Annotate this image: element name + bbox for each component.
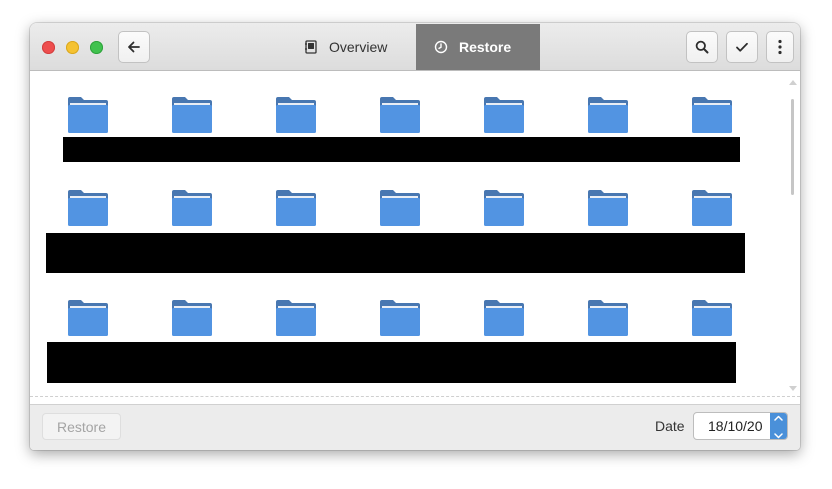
backup-book-icon xyxy=(304,40,318,54)
folder-icon[interactable] xyxy=(67,96,109,134)
redacted-folder-names xyxy=(63,137,740,162)
action-bar: Restore Date 18/10/20 xyxy=(30,404,800,450)
search-button[interactable] xyxy=(686,31,718,63)
minimize-window-button[interactable] xyxy=(66,41,79,54)
main-menu-button[interactable] xyxy=(766,31,794,63)
date-spin-button[interactable] xyxy=(770,413,787,439)
chevron-down-icon xyxy=(774,426,783,439)
tab-restore-label: Restore xyxy=(459,39,512,55)
folder-row xyxy=(30,96,790,136)
header-bar: Overview Restore xyxy=(30,23,800,71)
select-mode-button[interactable] xyxy=(726,31,758,63)
folder-icon[interactable] xyxy=(275,299,317,337)
folder-icon[interactable] xyxy=(483,189,525,227)
folder-icon[interactable] xyxy=(379,299,421,337)
chevron-up-icon xyxy=(774,413,783,426)
folder-icon[interactable] xyxy=(171,96,213,134)
folder-icon[interactable] xyxy=(379,189,421,227)
date-label: Date xyxy=(655,418,685,434)
folder-icon[interactable] xyxy=(275,189,317,227)
folder-icon[interactable] xyxy=(587,96,629,134)
folder-icon[interactable] xyxy=(587,189,629,227)
folder-icon[interactable] xyxy=(171,299,213,337)
arrow-left-icon xyxy=(127,40,141,54)
folder-row xyxy=(30,189,790,229)
vertical-scrollbar[interactable] xyxy=(789,75,797,391)
folder-icon[interactable] xyxy=(691,96,733,134)
view-switcher: Overview Restore xyxy=(292,24,540,70)
close-window-button[interactable] xyxy=(42,41,55,54)
back-button[interactable] xyxy=(118,31,150,63)
folder-icon[interactable] xyxy=(483,96,525,134)
file-browser-grid xyxy=(30,71,800,396)
restore-button[interactable]: Restore xyxy=(42,413,121,440)
folder-icon[interactable] xyxy=(275,96,317,134)
search-icon xyxy=(695,40,709,54)
folder-icon[interactable] xyxy=(483,299,525,337)
scrollbar-thumb[interactable] xyxy=(791,99,794,195)
scroll-up-icon[interactable] xyxy=(789,79,797,85)
folder-icon[interactable] xyxy=(691,189,733,227)
vertical-dots-menu-icon xyxy=(778,39,782,55)
maximize-window-button[interactable] xyxy=(90,41,103,54)
folder-row xyxy=(30,299,790,339)
date-selector[interactable]: 18/10/20 xyxy=(693,412,788,440)
tab-overview-label: Overview xyxy=(329,39,388,55)
folder-icon[interactable] xyxy=(379,96,421,134)
redacted-folder-names xyxy=(46,233,745,273)
date-value: 18/10/20 xyxy=(708,418,763,434)
folder-icon[interactable] xyxy=(67,299,109,337)
folder-icon[interactable] xyxy=(691,299,733,337)
scroll-down-icon[interactable] xyxy=(789,385,797,391)
content-divider xyxy=(30,396,800,397)
folder-icon[interactable] xyxy=(67,189,109,227)
redacted-folder-names xyxy=(47,342,736,383)
tab-restore[interactable]: Restore xyxy=(416,24,540,70)
checkmark-icon xyxy=(735,40,749,54)
folder-icon[interactable] xyxy=(587,299,629,337)
folder-icon[interactable] xyxy=(171,189,213,227)
tab-overview[interactable]: Overview xyxy=(292,24,416,70)
app-window: Overview Restore Restore Date 18/10/20 xyxy=(30,23,800,450)
clock-icon xyxy=(434,40,448,54)
